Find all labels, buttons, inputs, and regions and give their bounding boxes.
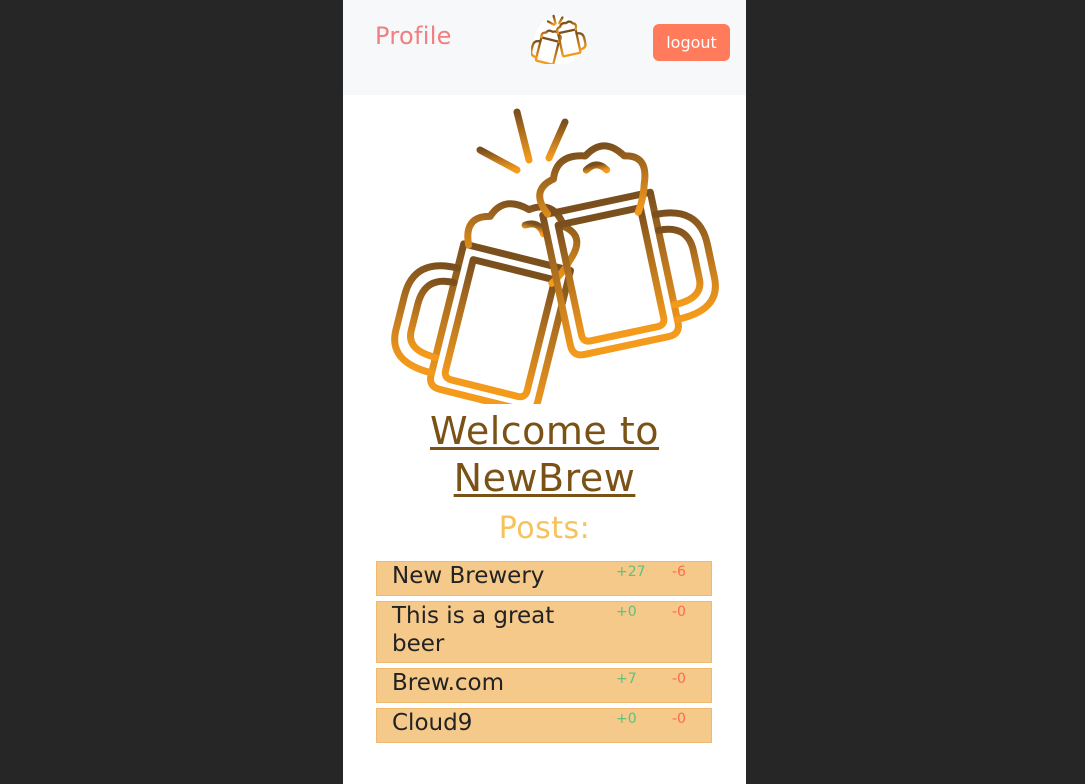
logout-button[interactable]: logout	[653, 24, 730, 61]
post-item[interactable]: This is a great beer +0 -0	[376, 601, 712, 663]
post-list: New Brewery +27 -6 This is a great beer …	[376, 561, 712, 748]
upvote-count[interactable]: +0	[616, 604, 637, 620]
upvote-count[interactable]: +7	[616, 671, 637, 687]
upvote-count[interactable]: +0	[616, 711, 637, 727]
post-item[interactable]: Brew.com +7 -0	[376, 668, 712, 703]
downvote-count[interactable]: -0	[672, 604, 686, 620]
beer-mugs-logo-icon[interactable]	[531, 14, 587, 64]
navbar: Profile logout	[343, 0, 746, 95]
downvote-count[interactable]: -6	[672, 564, 686, 580]
downvote-count[interactable]: -0	[672, 711, 686, 727]
beer-mugs-cheers-illustration	[391, 108, 719, 404]
downvote-count[interactable]: -0	[672, 671, 686, 687]
post-title[interactable]: Cloud9	[377, 709, 602, 737]
app-container: Profile logout Welcome to NewBrew Posts:…	[343, 0, 746, 784]
welcome-heading[interactable]: Welcome to NewBrew	[343, 408, 746, 502]
post-item[interactable]: Cloud9 +0 -0	[376, 708, 712, 743]
upvote-count[interactable]: +27	[616, 564, 646, 580]
post-title[interactable]: New Brewery	[377, 562, 602, 590]
profile-link[interactable]: Profile	[375, 22, 452, 50]
post-title[interactable]: This is a great beer	[377, 602, 602, 658]
post-item[interactable]: New Brewery +27 -6	[376, 561, 712, 596]
post-title[interactable]: Brew.com	[377, 669, 602, 697]
posts-heading: Posts:	[498, 511, 591, 546]
